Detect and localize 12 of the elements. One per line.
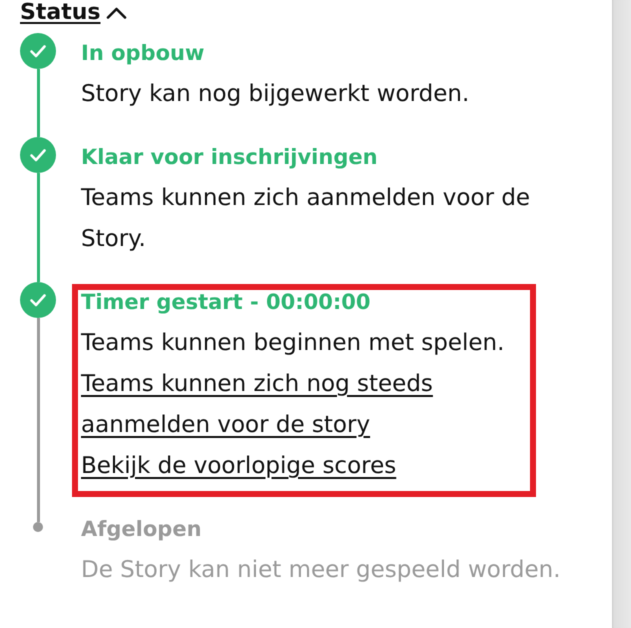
section-toggle[interactable]: Status	[20, 0, 128, 26]
timeline-connector	[36, 69, 40, 137]
step-title: Timer gestart - 00:00:00	[81, 289, 372, 316]
step-title: In opbouw	[81, 40, 206, 67]
step-description: Story kan nog bijgewerkt worden.	[81, 80, 470, 109]
step-description: De Story kan niet meer gespeeld worden.	[81, 556, 562, 585]
step-description: Teams kunnen beginnen met spelen.	[81, 329, 506, 358]
step-title: Afgelopen	[81, 516, 203, 543]
step-title: Klaar voor inschrijvingen	[81, 144, 379, 171]
text-link[interactable]: Bekijk de voorlopige scores	[81, 446, 396, 487]
step-description: Teams kunnen zich aanmelden voor de Story.	[81, 184, 532, 254]
text-link[interactable]: Teams kunnen zich nog steeds aanmelden voor de story	[81, 364, 529, 446]
